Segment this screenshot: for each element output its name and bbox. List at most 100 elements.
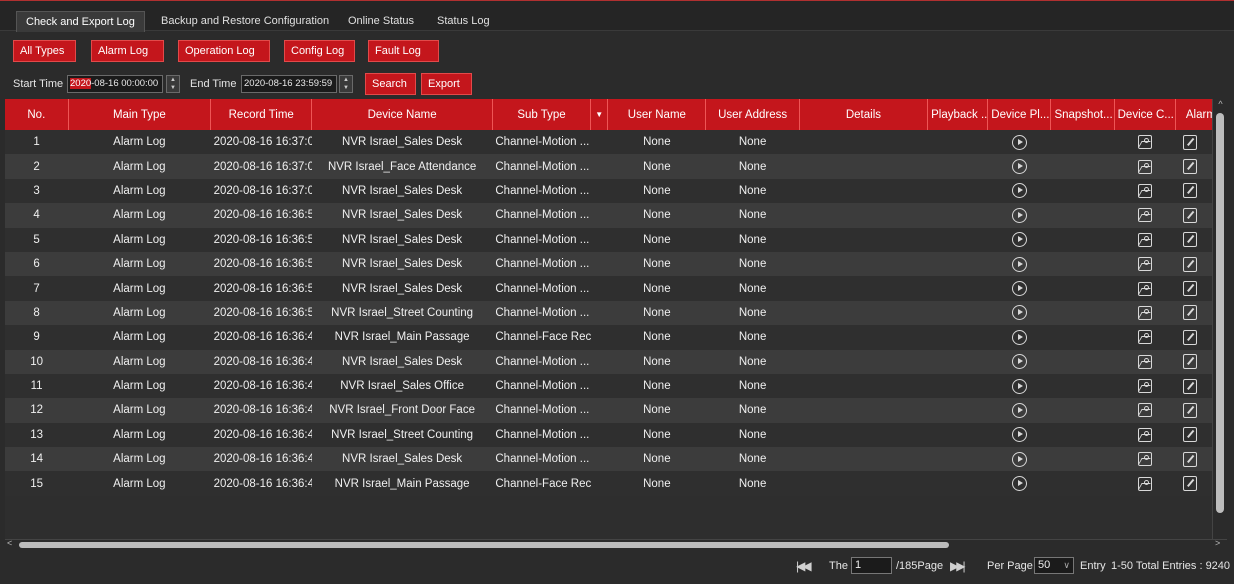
spin-down-icon[interactable]: ▼ [340,84,352,92]
image-icon[interactable] [1137,135,1152,150]
play-circle-icon[interactable] [1011,378,1027,394]
edit-icon[interactable] [1183,402,1198,418]
play-circle-icon[interactable] [1011,451,1027,467]
col-header-sub-type[interactable]: Sub Type [492,99,592,130]
edit-icon[interactable] [1183,232,1198,248]
image-icon[interactable] [1137,427,1152,442]
table-row[interactable]: 2 Alarm Log 2020-08-16 16:37:03 NVR Israel_… [5,154,1227,179]
table-row[interactable]: 15 Alarm Log 2020-08-16 16:36:41 NVR Israel… [5,471,1227,496]
edit-icon[interactable] [1183,378,1198,394]
table-row[interactable]: 6 Alarm Log 2020-08-16 16:36:52 NVR Israel_… [5,251,1227,277]
edit-icon[interactable] [1183,159,1198,175]
table-row[interactable]: 3 Alarm Log 2020-08-16 16:37:00 NVR Israel_… [5,178,1227,204]
filter-all-types-button[interactable]: All Types [13,40,76,62]
edit-icon[interactable] [1183,281,1198,297]
table-row[interactable]: 10 Alarm Log 2020-08-16 16:36:47 NVR Israel… [5,349,1227,374]
edit-icon[interactable] [1183,354,1198,370]
search-button[interactable]: Search [365,73,416,95]
end-time-input[interactable]: 2020-08-16 23:59:59 [241,75,337,93]
play-circle-icon[interactable] [1011,207,1027,223]
image-icon[interactable] [1137,281,1152,296]
image-icon[interactable] [1137,403,1152,418]
image-icon[interactable] [1137,452,1152,467]
col-header-device-name[interactable]: Device Name [311,99,493,130]
start-time-spinner[interactable]: ▲ ▼ [166,75,180,93]
edit-icon[interactable] [1183,427,1198,443]
spin-down-icon[interactable]: ▼ [167,84,179,92]
horizontal-scrollbar[interactable]: < > [5,538,1227,550]
table-row[interactable]: 13 Alarm Log 2020-08-16 16:36:42 NVR Israel… [5,422,1227,448]
filter-operation-log-button[interactable]: Operation Log [178,40,270,62]
filter-alarm-log-button[interactable]: Alarm Log [91,40,164,62]
play-circle-icon[interactable] [1011,183,1027,199]
image-icon[interactable] [1137,476,1152,491]
edit-icon[interactable] [1183,256,1198,272]
first-page-icon[interactable]: |◀◀ [796,556,811,576]
filter-fault-log-button[interactable]: Fault Log [368,40,439,62]
edit-icon[interactable] [1183,183,1198,199]
edit-icon[interactable] [1183,134,1198,150]
play-circle-icon[interactable] [1011,427,1027,443]
table-row[interactable]: 14 Alarm Log 2020-08-16 16:36:42 NVR Israel… [5,447,1227,472]
col-header-playback[interactable]: Playback ... [927,99,989,130]
table-row[interactable]: 9 Alarm Log 2020-08-16 16:36:49 NVR Israel_… [5,325,1227,350]
edit-icon[interactable] [1183,451,1198,467]
play-circle-icon[interactable] [1011,354,1027,370]
filter-config-log-button[interactable]: Config Log [284,40,355,62]
tab-status-log[interactable]: Status Log [428,11,499,32]
table-row[interactable]: 12 Alarm Log 2020-08-16 16:36:45 NVR Israel… [5,398,1227,423]
table-row[interactable]: 5 Alarm Log 2020-08-16 16:36:55 NVR Israel_… [5,227,1227,252]
table-row[interactable]: 4 Alarm Log 2020-08-16 16:36:57 NVR Israel_… [5,203,1227,228]
next-last-page-icon[interactable]: ▶▶| [950,556,965,576]
table-row[interactable]: 11 Alarm Log 2020-08-16 16:36:46 NVR Israel… [5,373,1227,399]
edit-icon[interactable] [1183,305,1198,321]
edit-icon[interactable] [1183,207,1198,223]
play-circle-icon[interactable] [1011,305,1027,321]
col-header-user-name[interactable]: User Name [607,99,707,130]
edit-icon[interactable] [1183,329,1198,345]
table-row[interactable]: 7 Alarm Log 2020-08-16 16:36:50 NVR Israel_… [5,276,1227,301]
image-icon[interactable] [1137,305,1152,320]
play-circle-icon[interactable] [1011,402,1027,418]
play-circle-icon[interactable] [1011,134,1027,150]
image-icon[interactable] [1137,379,1152,394]
export-button[interactable]: Export [421,73,472,95]
scroll-left-icon[interactable]: < [7,538,12,548]
col-header-device-playback[interactable]: Device Pl... [987,99,1052,130]
col-header-no[interactable]: No. [5,99,69,130]
col-header-main-type[interactable]: Main Type [68,99,212,130]
play-circle-icon[interactable] [1011,281,1027,297]
image-icon[interactable] [1137,257,1152,272]
col-header-details[interactable]: Details [799,99,929,130]
table-row[interactable]: 1 Alarm Log 2020-08-16 16:37:04 NVR Israel_… [5,130,1227,155]
play-circle-icon[interactable] [1011,329,1027,345]
spin-up-icon[interactable]: ▲ [167,76,179,84]
image-icon[interactable] [1137,208,1152,223]
edit-icon[interactable] [1183,476,1198,492]
scroll-right-icon[interactable]: > [1215,538,1220,548]
scroll-up-icon[interactable]: ^ [1213,99,1228,109]
col-header-snapshot[interactable]: Snapshot... [1050,99,1115,130]
col-header-record-time[interactable]: Record Time [210,99,313,130]
horizontal-scroll-thumb[interactable] [19,542,949,548]
col-header-device-capture[interactable]: Device C... [1114,99,1176,130]
play-circle-icon[interactable] [1011,256,1027,272]
image-icon[interactable] [1137,183,1152,198]
spin-up-icon[interactable]: ▲ [340,76,352,84]
play-circle-icon[interactable] [1011,476,1027,492]
vertical-scrollbar[interactable]: ^ [1212,99,1227,539]
image-icon[interactable] [1137,159,1152,174]
sub-type-filter-icon[interactable]: ▼ [590,99,609,130]
image-icon[interactable] [1137,232,1152,247]
image-icon[interactable] [1137,330,1152,345]
start-time-input[interactable]: 2020-08-16 00:00:00 [67,75,163,93]
per-page-select[interactable]: 50 ∨ [1034,557,1074,574]
tab-online-status[interactable]: Online Status [339,11,423,32]
play-circle-icon[interactable] [1011,232,1027,248]
table-row[interactable]: 8 Alarm Log 2020-08-16 16:36:50 NVR Israel_… [5,300,1227,326]
page-number-input[interactable]: 1 [851,557,892,574]
image-icon[interactable] [1137,354,1152,369]
vertical-scroll-thumb[interactable] [1216,113,1224,513]
tab-backup-and-restore[interactable]: Backup and Restore Configuration [152,11,338,32]
play-circle-icon[interactable] [1011,159,1027,175]
